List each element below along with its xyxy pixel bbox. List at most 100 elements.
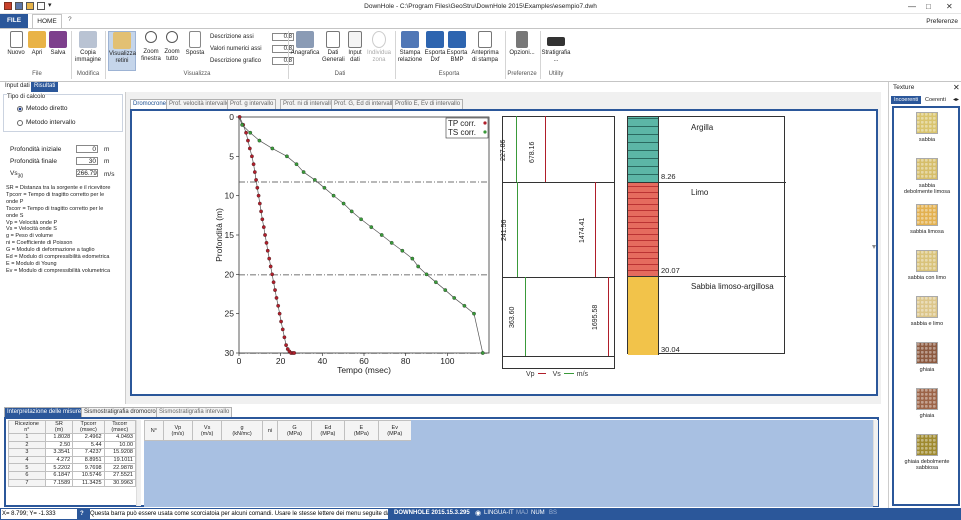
texture-close-icon[interactable]: ✕ [953,83,960,92]
table1-header[interactable]: Tpcorr (msec) [72,420,105,434]
texture-tab-scroll-icon[interactable]: ◂▸ [953,96,959,103]
table2-header[interactable]: E (MPa) [344,420,379,441]
plot-tab-2[interactable]: Prof. g intervallo [227,99,277,109]
table-cell[interactable]: 3.3541 [44,448,74,457]
bottom-tab-0[interactable]: Interpretazione delle misure [4,407,85,417]
tab-help[interactable]: ? [68,16,72,23]
table-cell[interactable]: 19.1011 [103,455,137,465]
table2-header[interactable]: N° [144,420,164,441]
export-bmp-button[interactable]: Esporta BMP [446,31,468,64]
plot-tab-4[interactable]: Prof. G, Ed di intervallo [331,99,399,109]
open-button[interactable]: Apri [28,31,46,57]
bottom-tab-1[interactable]: Sismostratigrafia dromocrone [81,407,166,417]
table1-header[interactable]: Ricezione n° [8,420,46,434]
save-button[interactable]: Salva [48,31,68,57]
options-button[interactable]: Opzioni... [507,31,537,57]
table-row[interactable]: 1 1.8028 2.4962 4.0493 [8,433,137,442]
table-cell[interactable]: 11.3425 [72,478,105,488]
radio-unchecked-icon[interactable] [17,119,23,126]
table1-header[interactable]: SR (m) [44,420,74,434]
close-icon[interactable]: ✕ [946,2,953,11]
table2-scrollbar[interactable] [873,420,878,506]
chart-description-input[interactable]: 0.8 [272,57,294,65]
table-cell[interactable]: 2 [8,440,46,450]
table2-header[interactable]: Vp (m/s) [162,420,193,441]
table-cell[interactable]: 10.00 [103,440,137,450]
plot-scrollbar-thumb[interactable] [872,231,877,271]
print-preview-button[interactable]: Anteprima di stampa [469,31,501,64]
print-report-button[interactable]: Stampa relazione [397,31,423,64]
minimize-icon[interactable]: — [908,2,916,11]
table2-header[interactable]: g (kN/mc) [221,420,263,441]
texture-item[interactable]: sabbia debolmente limosa [897,158,957,195]
general-data-button[interactable]: Dati Generali [322,31,345,64]
table-row[interactable]: 2 2.50 5.44 10.00 [8,440,137,450]
tab-coerenti[interactable]: Coerenti [923,96,948,104]
table-cell[interactable]: 4.0493 [103,433,137,442]
texture-item[interactable]: ghiaia [897,342,957,373]
texture-item[interactable]: sabbia e limo [897,296,957,327]
table-row[interactable]: 3 3.3541 7.4237 15.9208 [8,448,137,457]
table-cell[interactable]: 4 [8,455,46,465]
maximize-icon[interactable]: □ [926,2,931,11]
table1-scrollbar[interactable] [136,420,141,506]
final-depth-input[interactable]: 30 [76,157,98,165]
show-patterns-button[interactable]: Visualizza retini [108,31,136,71]
tab-input-data[interactable]: Input dati [2,82,33,92]
radio-interval[interactable]: Metodo intervallo [17,119,76,126]
dromocrone-chart[interactable]: 0 20 40 60 80 100051015202530Tempo (msec)Prof… [132,113,500,391]
help-icon[interactable]: ? [80,509,88,519]
copy-image-button[interactable]: Copia immagine [73,31,103,64]
table2-header[interactable]: Ed (MPa) [310,420,346,441]
table-row[interactable]: 7 7.1589 11.3425 30.9963 [8,478,137,488]
table-cell[interactable]: 6.1847 [44,470,74,480]
table-cell[interactable]: 2.50 [44,440,74,450]
radio-checked-icon[interactable] [17,105,23,112]
bottom-tab-2[interactable]: Sismostratigrafia intervallo [156,407,233,417]
texture-item[interactable]: ghiaia [897,388,957,419]
table2-header[interactable]: Ev (MPa) [377,420,413,441]
table-cell[interactable]: 27.5521 [103,470,137,480]
table-cell[interactable]: 7.4237 [72,448,105,457]
plot-tab-5[interactable]: Profilo E, Ev di intervallo [392,99,464,109]
export-dxf-button[interactable]: Esporta Dxf [424,31,446,64]
table-cell[interactable]: 10.5746 [72,470,105,480]
radio-direct[interactable]: Metodo diretto [17,105,68,112]
table-cell[interactable]: 15.9208 [103,448,137,457]
table-cell[interactable]: 2.4962 [72,433,105,442]
table-cell[interactable]: 1.8028 [44,433,74,442]
tab-results[interactable]: Risultati [31,82,59,92]
new-button[interactable]: Nuovo [6,31,26,57]
table-cell[interactable]: 22.9878 [103,463,137,472]
plot-tab-1[interactable]: Prof. velocità intervallo [166,99,233,109]
command-bar-input[interactable]: Questa barra può essere usata come scorc… [90,509,388,519]
table-cell[interactable]: 4.272 [44,455,74,465]
texture-item[interactable]: ghiaia debolmente sabbiosa [897,434,957,471]
table2-header[interactable]: Vs (m/s) [191,420,223,441]
table-cell[interactable]: 3 [8,448,46,457]
table-row[interactable]: 6 6.1847 10.5746 27.5521 [8,470,137,480]
zoom-window-button[interactable]: Zoom finestra [139,31,163,63]
table-row[interactable]: 4 4.272 8.8951 19.1011 [8,455,137,465]
table2-header[interactable]: G (MPa) [277,420,312,441]
zoom-all-button[interactable]: Zoom tutto [163,31,181,63]
table-cell[interactable]: 8.8951 [72,455,105,465]
table-cell[interactable]: 5.2202 [44,463,74,472]
table-cell[interactable]: 5 [8,463,46,472]
texture-item[interactable]: sabbia limosa [897,204,957,235]
table-cell[interactable]: 9.7698 [72,463,105,472]
plot-tab-0[interactable]: Dromocrone [130,99,170,109]
table1-header[interactable]: Tscorr (msec) [103,420,137,434]
texture-item[interactable]: sabbia [897,112,957,143]
input-data-button[interactable]: Input dati [345,31,365,64]
plot-tab-3[interactable]: Prof. ni di intervallo [280,99,338,109]
table2-header[interactable]: ni [261,420,279,441]
table-cell[interactable]: 7 [8,478,46,488]
preferences-link[interactable]: Preferenze [926,18,958,25]
tab-home[interactable]: HOME [32,14,62,28]
table-cell[interactable]: 6 [8,470,46,480]
table-cell[interactable]: 7.1589 [44,478,74,488]
registry-button[interactable]: Anagrafica [290,31,320,57]
table-cell[interactable]: 30.9963 [103,478,137,488]
table-cell[interactable]: 5.44 [72,440,105,450]
